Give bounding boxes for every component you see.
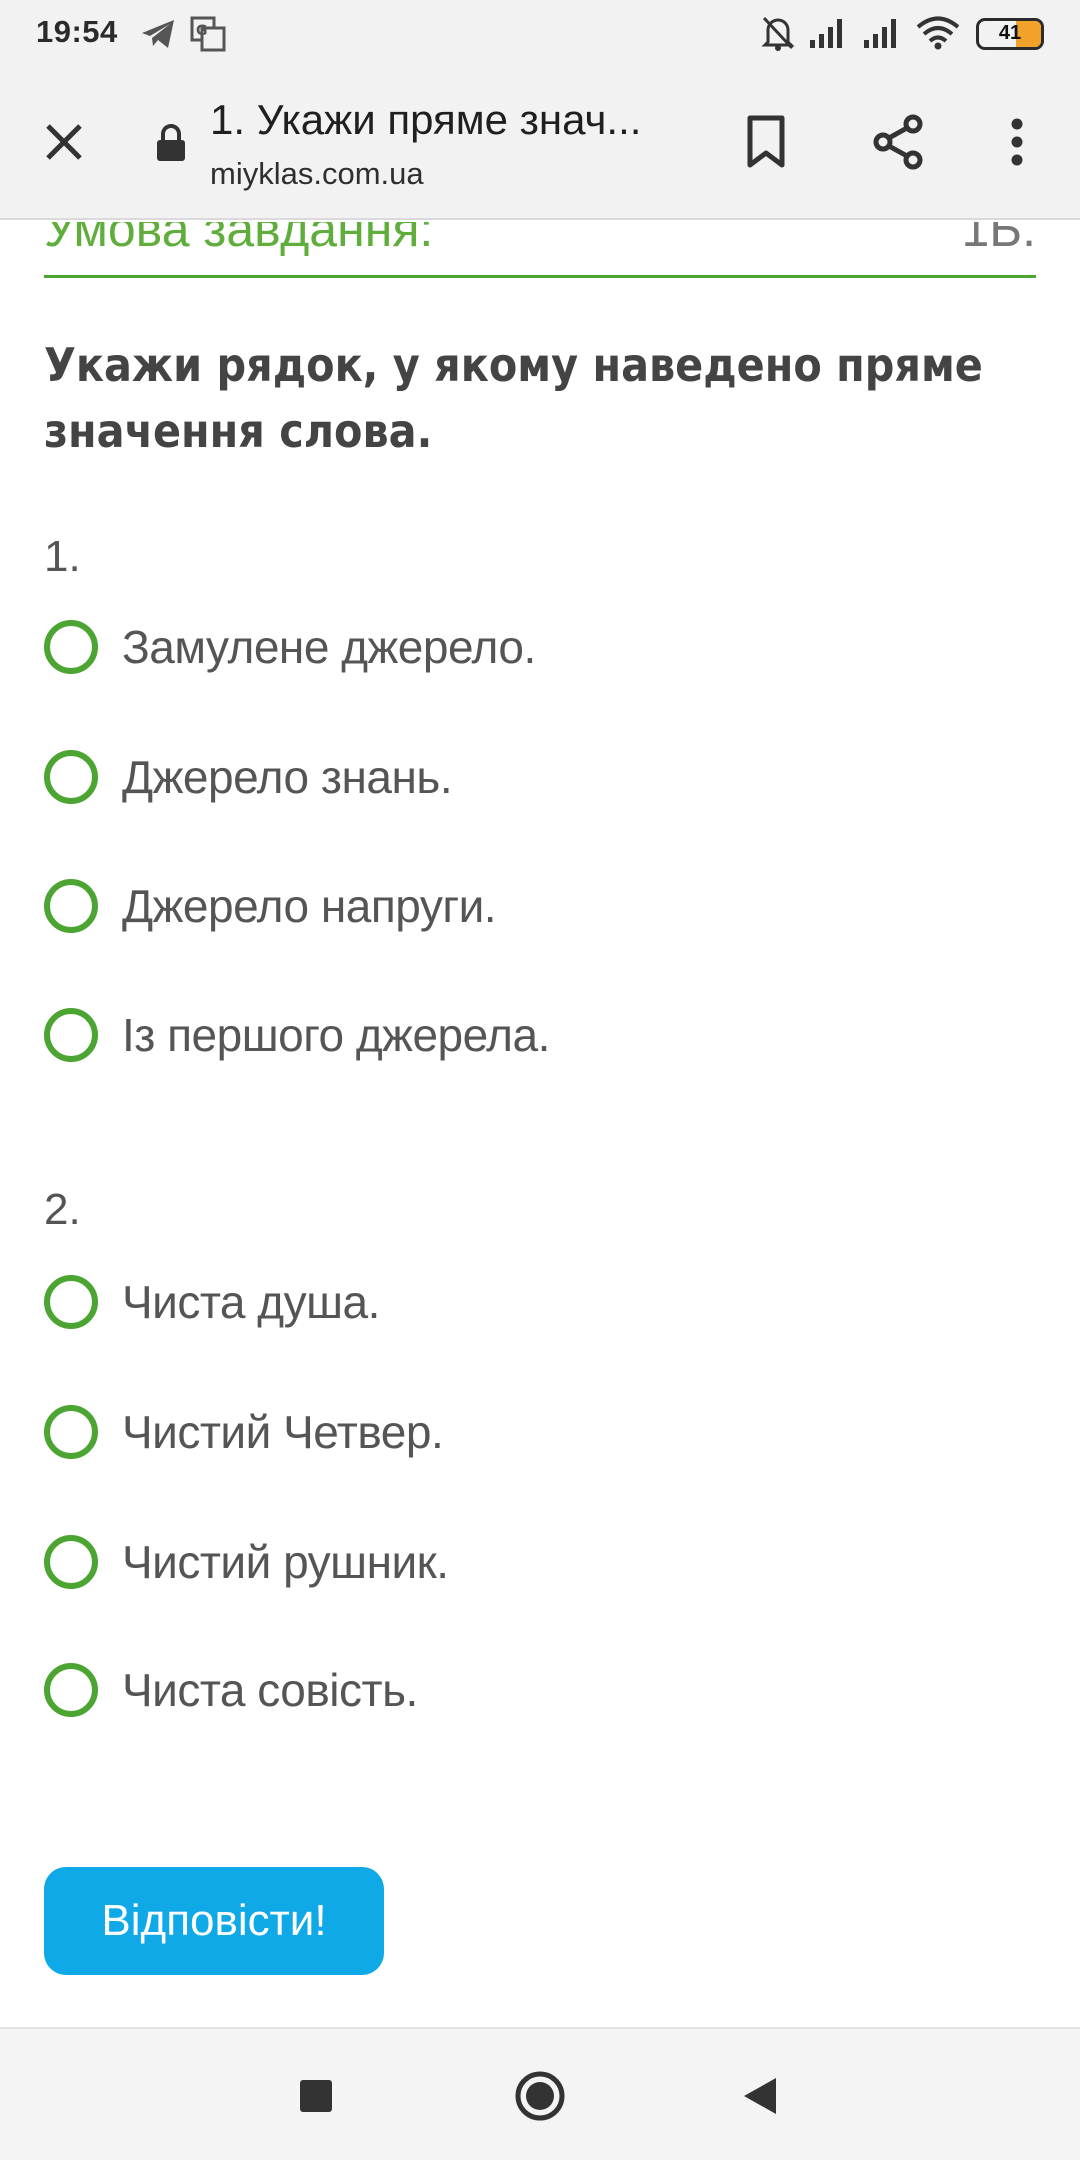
- option-label: Чистий Четвер.: [122, 1406, 444, 1458]
- option-label: Джерело напруги.: [122, 880, 497, 932]
- signal-icon: [862, 16, 902, 55]
- option-label: Чистий рушник.: [122, 1536, 449, 1588]
- question-text: Укажи рядок, у якому наведено пряме знач…: [44, 338, 983, 458]
- answer-option[interactable]: Чистий Четвер.: [44, 1392, 1024, 1472]
- points-label: 1Б.: [961, 222, 1036, 257]
- back-triangle-icon[interactable]: [700, 2029, 820, 2160]
- option-label: Джерело знань.: [122, 751, 453, 803]
- browser-toolbar: 1. Укажи пряме знач... miyklas.com.ua: [0, 66, 1080, 220]
- status-time: 19:54: [36, 14, 118, 49]
- option-label: Із першого джерела.: [122, 1009, 550, 1061]
- radio-button[interactable]: [44, 1663, 98, 1717]
- more-vert-icon[interactable]: [1000, 110, 1034, 174]
- question-number: 2.: [44, 1185, 81, 1234]
- home-circle-icon[interactable]: [480, 2029, 600, 2160]
- radio-button[interactable]: [44, 1275, 98, 1329]
- telegram-icon: [140, 18, 176, 55]
- navigation-bar: [0, 2027, 1080, 2160]
- option-label: Чиста совість.: [122, 1664, 418, 1716]
- radio-button[interactable]: [44, 879, 98, 933]
- radio-button[interactable]: [44, 620, 98, 674]
- translate-icon: G: [190, 16, 226, 57]
- answer-option[interactable]: Джерело напруги.: [44, 866, 1024, 946]
- bookmark-icon[interactable]: [736, 110, 796, 174]
- recents-square-icon[interactable]: [256, 2029, 376, 2160]
- svg-text:G: G: [196, 23, 208, 39]
- signal-icon: [808, 16, 848, 55]
- option-label: Замулене джерело.: [122, 621, 536, 673]
- answer-option[interactable]: Чиста душа.: [44, 1262, 1024, 1342]
- mute-bell-icon: [760, 14, 796, 57]
- radio-button[interactable]: [44, 1535, 98, 1589]
- submit-answer-button[interactable]: Відповісти!: [44, 1867, 384, 1975]
- radio-button[interactable]: [44, 1405, 98, 1459]
- battery-level: 41: [998, 22, 1022, 44]
- section-divider: [44, 275, 1036, 278]
- answer-option[interactable]: Джерело знань.: [44, 737, 1024, 817]
- page-url[interactable]: miyklas.com.ua: [210, 156, 424, 192]
- section-heading: Умова завдання:: [44, 222, 434, 257]
- page-title[interactable]: 1. Укажи пряме знач...: [210, 96, 680, 144]
- answer-option[interactable]: Із першого джерела.: [44, 995, 1024, 1075]
- option-label: Чиста душа.: [122, 1276, 380, 1328]
- page-content: Умова завдання: 1Б. Укажи рядок, у якому…: [0, 222, 1080, 2027]
- question-number: 1.: [44, 532, 81, 581]
- share-icon[interactable]: [866, 110, 930, 174]
- battery-icon: 41: [976, 18, 1044, 50]
- answer-option[interactable]: Чистий рушник.: [44, 1522, 1024, 1602]
- wifi-icon: [916, 16, 960, 55]
- close-icon[interactable]: [34, 112, 94, 172]
- answer-option[interactable]: Чиста совість.: [44, 1650, 1024, 1730]
- radio-button[interactable]: [44, 750, 98, 804]
- status-bar: 19:54 G 41: [0, 0, 1080, 66]
- radio-button[interactable]: [44, 1008, 98, 1062]
- lock-icon: [150, 120, 192, 166]
- answer-option[interactable]: Замулене джерело.: [44, 607, 1024, 687]
